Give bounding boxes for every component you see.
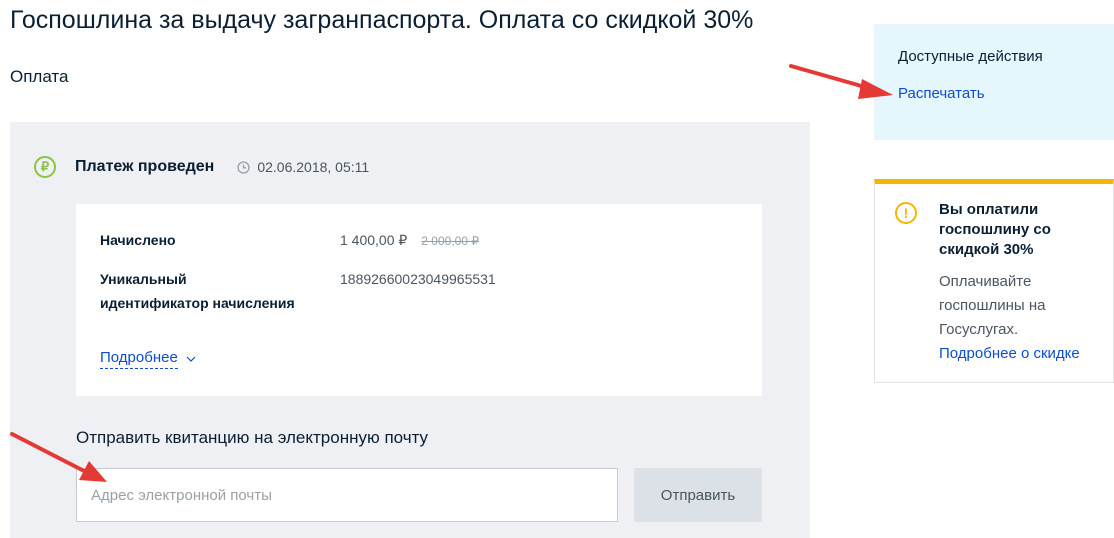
available-actions-panel: Доступные действия Распечатать [874, 24, 1114, 140]
payment-status: Платеж проведен [75, 158, 215, 175]
page-subtitle: Оплата [10, 67, 69, 86]
charged-label: Начислено [100, 232, 176, 248]
receipt-title: Отправить квитанцию на электронную почту [76, 428, 429, 447]
discount-notice: ! Вы оплатили госпошлину со скидкой 30% … [874, 179, 1114, 383]
charged-old-value: 2 000,00 ₽ [421, 234, 479, 248]
payment-status-row: ₽ Платеж проведен 02.06.2018, 05:11 [34, 154, 369, 180]
clock-icon [237, 160, 250, 174]
chevron-down-icon [186, 356, 196, 362]
notice-text: Оплачивайте госпошлины на Госуслугах. [939, 273, 1046, 338]
page-title: Госпошлина за выдачу загранпаспорта. Опл… [10, 6, 754, 34]
charged-amount: 1 400,00 ₽ 2 000,00 ₽ [340, 228, 479, 253]
ruble-icon: ₽ [34, 156, 56, 178]
discount-more-link[interactable]: Подробнее о скидке [939, 342, 1080, 366]
send-button[interactable]: Отправить [634, 468, 762, 522]
charged-value: 1 400,00 ₽ [340, 232, 408, 248]
uid-label: Уникальный идентификатор начисления [100, 267, 295, 315]
email-input[interactable] [76, 468, 618, 522]
uid-label-line2: идентификатор начисления [100, 295, 295, 311]
payment-panel: ₽ Платеж проведен 02.06.2018, 05:11 Начи… [10, 122, 810, 538]
more-details-link[interactable]: Подробнее [100, 348, 196, 369]
uid-value: 18892660023049965531 [340, 271, 496, 287]
uid-label-line1: Уникальный [100, 271, 187, 287]
payment-details-card: Начислено 1 400,00 ₽ 2 000,00 ₽ Уникальны… [76, 204, 762, 396]
actions-title: Доступные действия [898, 48, 1043, 65]
warning-icon: ! [895, 202, 917, 224]
notice-title: Вы оплатили госпошлину со скидкой 30% [939, 201, 1051, 258]
payment-datetime: 02.06.2018, 05:11 [257, 159, 370, 175]
print-link[interactable]: Распечатать [898, 85, 985, 102]
more-details-label: Подробнее [100, 348, 178, 369]
